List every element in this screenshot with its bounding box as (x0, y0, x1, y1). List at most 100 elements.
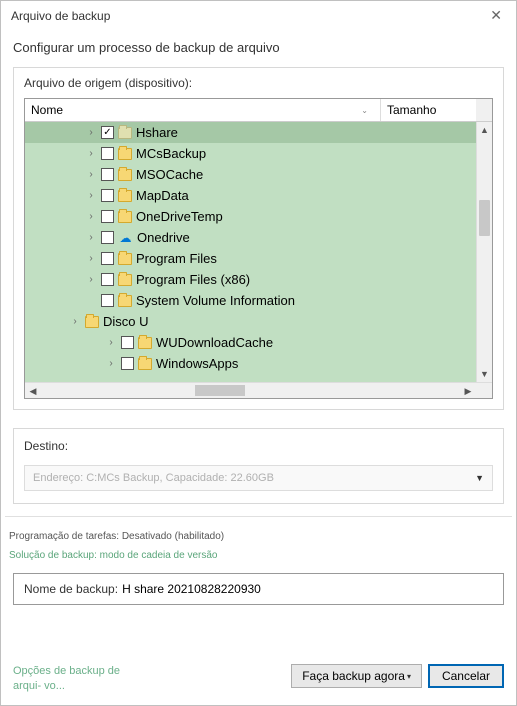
checkbox[interactable] (101, 126, 114, 139)
destination-combo[interactable]: Endereço: C:MCs Backup, Capacidade: 22.6… (24, 465, 493, 491)
backup-now-label: Faça backup agora (302, 669, 405, 683)
column-name[interactable]: Nome ⌄ (25, 99, 381, 121)
sort-caret-icon: ⌄ (361, 106, 368, 115)
tree-item-label: OneDriveTemp (136, 209, 223, 224)
backup-now-button[interactable]: Faça backup agora ▾ (291, 664, 422, 688)
vertical-scrollbar[interactable]: ▲ ▼ (476, 122, 492, 382)
tree-row[interactable]: › Disco U (25, 311, 476, 332)
chevron-down-icon: ▼ (475, 473, 484, 483)
backup-dialog: Arquivo de backup ✕ Configurar um proces… (0, 0, 517, 706)
tree-item-label: Program Files (x86) (136, 272, 250, 287)
expander-icon[interactable]: › (85, 232, 97, 243)
source-group: Arquivo de origem (dispositivo): Nome ⌄ … (13, 67, 504, 410)
scroll-down-icon[interactable]: ▼ (477, 366, 492, 382)
checkbox[interactable] (121, 357, 134, 370)
tree-row[interactable]: › ☁ Onedrive (25, 227, 476, 248)
tree-row[interactable]: › WindowsApps (25, 353, 476, 374)
checkbox[interactable] (101, 273, 114, 286)
vscroll-thumb[interactable] (479, 200, 490, 236)
tree-row[interactable]: › Hshare (25, 122, 476, 143)
checkbox[interactable] (101, 294, 114, 307)
divider (5, 516, 512, 517)
window-title: Arquivo de backup (11, 9, 110, 23)
checkbox[interactable] (101, 252, 114, 265)
schedule-text: Programação de tarefas: Desativado (habi… (1, 525, 516, 548)
folder-icon (118, 274, 132, 286)
backup-name-row: Nome de backup: (13, 573, 504, 605)
expander-icon[interactable]: › (85, 127, 97, 138)
cancel-button[interactable]: Cancelar (428, 664, 504, 688)
expander-icon[interactable]: › (105, 358, 117, 369)
tree-row[interactable]: ›System Volume Information (25, 290, 476, 311)
scroll-right-icon[interactable]: ▶ (460, 383, 476, 398)
folder-icon (118, 211, 132, 223)
scroll-left-icon[interactable]: ◀ (25, 383, 41, 398)
tree-item-label: Disco U (103, 314, 149, 329)
folder-icon (118, 127, 132, 139)
dialog-subtitle: Configurar um processo de backup de arqu… (1, 30, 516, 63)
expander-icon[interactable]: › (85, 274, 97, 285)
tree-body[interactable]: › Hshare › MCsBackup › MSOCache › MapData › OneDr… (25, 122, 476, 382)
tree-item-label: Hshare (136, 125, 178, 140)
tree-row[interactable]: › MCsBackup (25, 143, 476, 164)
file-tree: Nome ⌄ Tamanho › Hshare › MCsBackup › MSOCach… (24, 98, 493, 399)
expander-icon[interactable]: › (85, 253, 97, 264)
tree-row[interactable]: › OneDriveTemp (25, 206, 476, 227)
tree-item-label: Program Files (136, 251, 217, 266)
checkbox[interactable] (101, 189, 114, 202)
close-icon[interactable]: ✕ (486, 7, 506, 24)
column-size[interactable]: Tamanho (381, 99, 476, 121)
tree-header: Nome ⌄ Tamanho (25, 99, 492, 122)
tree-item-label: MSOCache (136, 167, 203, 182)
backup-name-label: Nome de backup: (24, 582, 118, 596)
expander-icon[interactable]: › (85, 148, 97, 159)
checkbox[interactable] (101, 210, 114, 223)
folder-icon (118, 253, 132, 265)
tree-item-label: System Volume Information (136, 293, 295, 308)
folder-icon (138, 358, 152, 370)
tree-row[interactable]: › MSOCache (25, 164, 476, 185)
column-name-label: Nome (31, 103, 63, 117)
scroll-corner (476, 383, 492, 398)
expander-icon[interactable]: › (85, 211, 97, 222)
destination-combo-text: Endereço: C:MCs Backup, Capacidade: 22.6… (33, 472, 274, 484)
tree-item-label: Onedrive (137, 230, 190, 245)
folder-icon (118, 295, 132, 307)
backup-name-input[interactable] (122, 582, 493, 596)
expander-icon[interactable]: › (85, 190, 97, 201)
tree-item-label: MapData (136, 188, 189, 203)
folder-icon (138, 337, 152, 349)
tree-row[interactable]: › WUDownloadCache (25, 332, 476, 353)
tree-row[interactable]: › MapData (25, 185, 476, 206)
checkbox[interactable] (101, 168, 114, 181)
checkbox[interactable] (101, 231, 114, 244)
chevron-down-icon: ▾ (407, 672, 411, 681)
destination-label: Destino: (24, 439, 493, 453)
expander-icon[interactable]: › (105, 337, 117, 348)
checkbox[interactable] (101, 147, 114, 160)
scroll-up-icon[interactable]: ▲ (477, 122, 492, 138)
titlebar: Arquivo de backup ✕ (1, 1, 516, 30)
folder-icon (85, 316, 99, 328)
source-label: Arquivo de origem (dispositivo): (24, 76, 493, 90)
hscroll-thumb[interactable] (195, 385, 245, 396)
footer: Opções de backup de arqui- vo... Faça ba… (1, 656, 516, 705)
horizontal-scrollbar[interactable]: ◀ ▶ (25, 382, 492, 398)
tree-item-label: MCsBackup (136, 146, 206, 161)
cancel-label: Cancelar (442, 669, 490, 683)
folder-icon (118, 148, 132, 160)
solution-text: Solução de backup: modo de cadeia de ver… (1, 548, 516, 567)
options-link[interactable]: Opções de backup de arqui- vo... (13, 664, 133, 693)
destination-group: Destino: Endereço: C:MCs Backup, Capacid… (13, 428, 504, 504)
checkbox[interactable] (121, 336, 134, 349)
folder-icon (118, 190, 132, 202)
tree-row[interactable]: › Program Files (25, 248, 476, 269)
onedrive-icon: ☁ (118, 231, 133, 245)
folder-icon (118, 169, 132, 181)
tree-row[interactable]: › Program Files (x86) (25, 269, 476, 290)
tree-item-label: WUDownloadCache (156, 335, 273, 350)
expander-icon[interactable]: › (85, 169, 97, 180)
header-scroll-corner (476, 99, 492, 121)
expander-icon[interactable]: › (69, 316, 81, 327)
tree-item-label: WindowsApps (156, 356, 238, 371)
